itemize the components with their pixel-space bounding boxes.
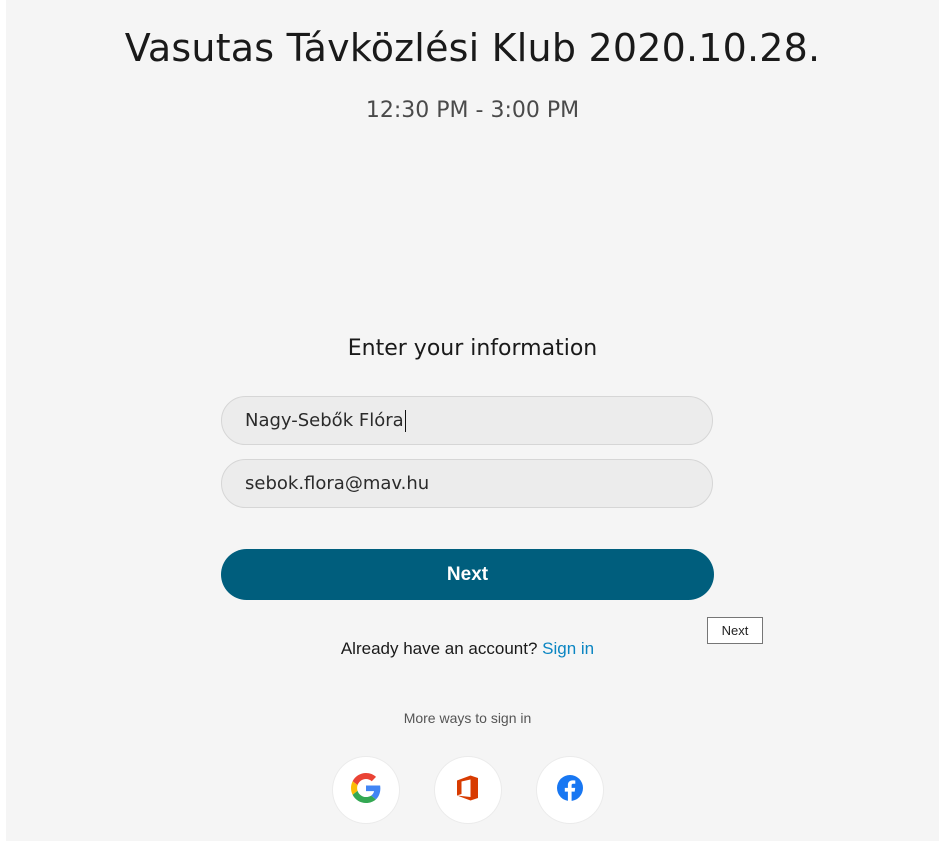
office-icon: [457, 775, 479, 806]
more-ways-label: More ways to sign in: [403, 710, 532, 726]
email-input[interactable]: sebok.flora@mav.hu: [221, 459, 713, 508]
name-input[interactable]: Nagy-Sebők Flóra: [221, 396, 713, 445]
join-meeting-page: Vasutas Távközlési Klub 2020.10.28. 12:3…: [6, 0, 939, 841]
sign-in-link[interactable]: Sign in: [542, 639, 594, 658]
meeting-title: Vasutas Távközlési Klub 2020.10.28.: [124, 26, 821, 70]
next-button[interactable]: Next: [221, 549, 714, 600]
email-input-value: sebok.flora@mav.hu: [245, 473, 430, 494]
name-input-value: Nagy-Sebők Flóra: [245, 410, 404, 431]
facebook-icon: [556, 774, 584, 807]
already-account-text: Already have an account?: [340, 639, 543, 658]
text-caret: [404, 409, 406, 432]
meeting-time: 12:30 PM - 3:00 PM: [365, 98, 580, 123]
next-button-label: Next: [446, 563, 489, 585]
google-icon: [351, 772, 381, 808]
signin-row: Already have an account? Sign in: [6, 639, 929, 659]
google-sign-in-button[interactable]: [333, 757, 399, 823]
facebook-sign-in-button[interactable]: [537, 757, 603, 823]
office-sign-in-button[interactable]: [435, 757, 501, 823]
form-heading: Enter your information: [347, 336, 598, 361]
